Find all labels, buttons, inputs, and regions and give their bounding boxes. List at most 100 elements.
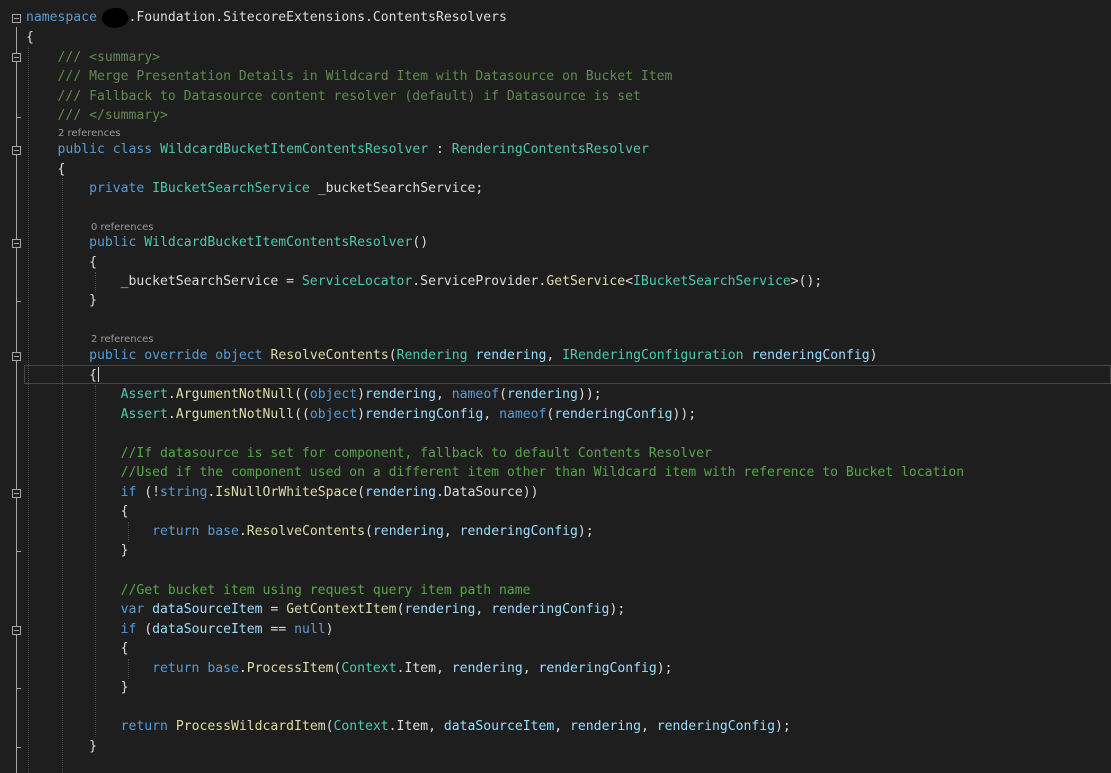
brace: }	[89, 293, 97, 308]
current-line-highlight	[24, 365, 1111, 384]
parameter: renderingConfig	[554, 407, 673, 422]
collapse-icon[interactable]	[12, 14, 21, 23]
text-caret	[98, 367, 99, 382]
keyword: nameof	[499, 407, 547, 422]
punctuation: >();	[790, 274, 823, 289]
xml-doc-comment: /// Merge Presentation Details in Wildca…	[57, 69, 673, 84]
code-line-assert-2[interactable]: Assert.ArgumentNotNull((object)rendering…	[26, 405, 697, 424]
code-line-summary-open[interactable]: /// <summary>	[26, 48, 160, 67]
method-call: ProcessWildcardItem	[175, 719, 326, 734]
collapse-icon[interactable]	[12, 146, 21, 155]
parameter: renderingConfig	[365, 407, 484, 422]
code-line-return-process-item[interactable]: return base.ProcessItem(Context.Item, re…	[26, 659, 672, 678]
assignment: _bucketSearchService =	[120, 274, 302, 289]
code-editor[interactable]: namespace .Foundation.SitecoreExtensions…	[0, 0, 1111, 773]
keyword: class	[112, 142, 153, 157]
code-line-var-datasource[interactable]: var dataSourceItem = GetContextItem(rend…	[26, 600, 626, 619]
codelens-references[interactable]: 2 references	[58, 128, 121, 140]
code-line-if-null-close[interactable]: }	[26, 678, 129, 697]
code-line-comment-1[interactable]: //If datasource is set for component, fa…	[26, 444, 712, 463]
collapse-icon[interactable]	[12, 489, 21, 498]
collapse-icon[interactable]	[12, 352, 21, 361]
brace: }	[89, 739, 97, 754]
member-access: .ServiceProvider.	[412, 274, 547, 289]
outline-end	[16, 747, 21, 748]
type-name: Assert	[120, 387, 168, 402]
keyword: return	[120, 719, 168, 734]
parameter: rendering	[451, 661, 523, 676]
keyword: nameof	[451, 387, 500, 402]
code-line-field[interactable]: private IBucketSearchService _bucketSear…	[26, 179, 483, 198]
brace: {	[120, 641, 129, 656]
brace: }	[120, 680, 129, 695]
comment: //If datasource is set for component, fa…	[120, 446, 712, 461]
base-class: RenderingContentsResolver	[451, 142, 649, 157]
code-line-return-wildcard[interactable]: return ProcessWildcardItem(Context.Item,…	[26, 717, 791, 736]
brace: }	[120, 543, 129, 558]
code-line-method-open[interactable]: {	[26, 366, 97, 385]
code-line-method-decl[interactable]: public override object ResolveContents(R…	[26, 346, 877, 365]
keyword: if	[120, 485, 137, 500]
code-line-if-null[interactable]: if (dataSourceItem == null)	[26, 620, 334, 639]
method-call: ProcessItem	[246, 661, 334, 676]
member-access: .Item	[388, 719, 429, 734]
keyword: var	[120, 602, 145, 617]
code-line-method-close[interactable]: }	[26, 737, 97, 756]
code-line-class-open[interactable]: {	[26, 160, 66, 179]
constructor-name: WildcardBucketItemContentsResolver	[144, 235, 413, 250]
parameter: renderingConfig	[538, 661, 657, 676]
collapse-icon[interactable]	[12, 53, 21, 62]
code-line-ctor-open[interactable]: {	[26, 253, 97, 272]
keyword: null	[294, 622, 326, 637]
code-line-if-null-open[interactable]: {	[26, 639, 129, 658]
keyword: string	[160, 485, 208, 500]
method-call: GetService	[546, 274, 626, 289]
brace: {	[57, 162, 66, 177]
code-line-summary-close[interactable]: /// </summary>	[26, 106, 168, 125]
parameter: renderingConfig	[459, 524, 578, 539]
keyword: return	[152, 661, 200, 676]
method-call: IsNullOrWhiteSpace	[215, 485, 358, 500]
type-name: Context	[341, 661, 397, 676]
punctuation: :	[428, 142, 452, 157]
code-line-ctor-close[interactable]: }	[26, 291, 97, 310]
keyword: if	[120, 622, 137, 637]
parameter: renderingConfig	[491, 602, 610, 617]
keyword: base	[207, 661, 239, 676]
code-line-open-brace[interactable]: {	[26, 28, 34, 47]
type-name: Assert	[120, 407, 168, 422]
member-access: .Item	[396, 661, 436, 676]
brace: {	[120, 504, 129, 519]
parameter: rendering	[372, 524, 444, 539]
code-line-comment-2[interactable]: //Used if the component used on a differ…	[26, 463, 965, 482]
local-variable: dataSourceItem	[152, 602, 263, 617]
code-line-comment-3[interactable]: //Get bucket item using request query it…	[26, 581, 531, 600]
collapse-icon[interactable]	[12, 239, 21, 248]
brace: {	[89, 368, 97, 383]
code-line-summary-1[interactable]: /// Merge Presentation Details in Wildca…	[26, 67, 673, 86]
code-line-namespace[interactable]: namespace .Foundation.SitecoreExtensions…	[26, 8, 507, 27]
keyword: object	[309, 387, 358, 402]
code-line-ctor-body[interactable]: _bucketSearchService = ServiceLocator.Se…	[26, 272, 823, 291]
keyword: namespace	[26, 10, 97, 25]
code-line-assert-1[interactable]: Assert.ArgumentNotNull((object)rendering…	[26, 385, 602, 404]
parameter: renderingConfig	[656, 719, 776, 734]
code-line-ctor-decl[interactable]: public WildcardBucketItemContentsResolve…	[26, 233, 428, 252]
xml-doc-comment: /// <summary>	[57, 50, 161, 65]
keyword: public	[89, 348, 137, 363]
code-line-if-datasource[interactable]: if (!string.IsNullOrWhiteSpace(rendering…	[26, 483, 539, 502]
code-line-class-decl[interactable]: public class WildcardBucketItemContentsR…	[26, 140, 649, 159]
outline-end	[16, 301, 21, 302]
collapse-icon[interactable]	[12, 626, 21, 635]
code-line-summary-2[interactable]: /// Fallback to Datasource content resol…	[26, 87, 641, 106]
code-line-return-base-resolve[interactable]: return base.ResolveContents(rendering, r…	[26, 522, 594, 541]
code-line-if-close[interactable]: }	[26, 541, 129, 560]
local-variable: dataSourceItem	[443, 719, 555, 734]
code-line-if-open[interactable]: {	[26, 502, 129, 521]
xml-doc-comment: /// </summary>	[57, 108, 168, 123]
codelens-references[interactable]: 2 references	[91, 334, 154, 346]
member-access: .DataSource	[436, 485, 523, 500]
parameter: rendering	[506, 387, 578, 402]
keyword: public	[89, 235, 137, 250]
parameter: rendering	[365, 485, 436, 500]
